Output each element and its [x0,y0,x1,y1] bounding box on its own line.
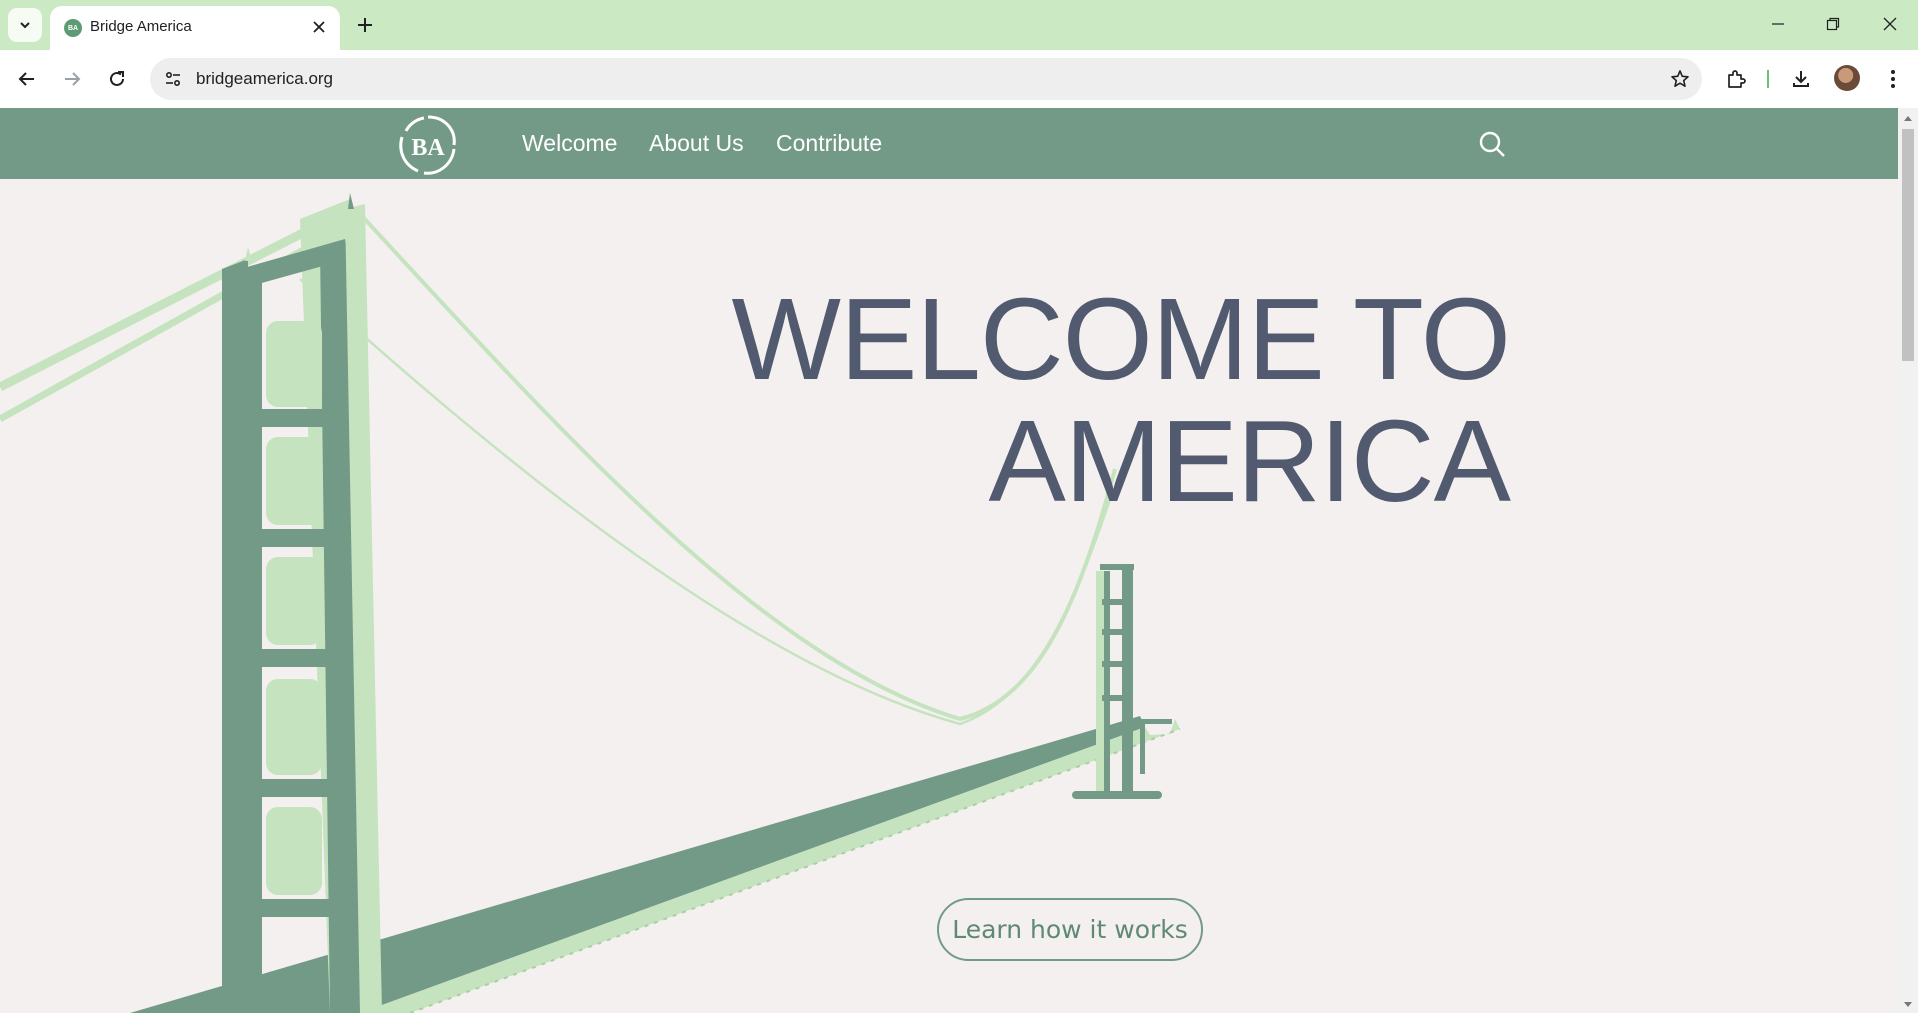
close-window-button[interactable] [1870,8,1910,40]
url-text: bridgeamerica.org [196,69,334,88]
forward-button[interactable] [55,62,89,96]
bridge-america-logo[interactable]: BA [396,113,460,177]
reload-icon [110,71,124,86]
learn-how-it-works-button[interactable]: Learn how it works [937,898,1203,961]
active-tab[interactable]: BA Bridge America [50,6,340,50]
site-navbar: BA Welcome About Us Contribute [0,108,1898,179]
site-info-icon [165,71,181,87]
site-info-button[interactable] [160,66,186,92]
browser-toolbar: bridgeamerica.org [0,50,1918,108]
back-button[interactable] [10,62,44,96]
near-tower [222,193,382,1013]
minimize-icon [1772,23,1784,25]
close-icon [313,21,325,33]
reload-button[interactable] [100,62,134,96]
hero-title: WELCOME TO AMERICA [560,274,1512,526]
search-icon[interactable] [1478,130,1506,158]
page-scrollbar[interactable] [1898,108,1918,1013]
bookmark-button[interactable] [1666,65,1694,93]
toolbar-separator [1767,70,1769,88]
back-icon [18,72,34,86]
minimize-button[interactable] [1758,8,1798,40]
scroll-down-arrow-icon[interactable] [1903,1001,1913,1009]
hero-title-line-2: AMERICA [988,396,1511,526]
forward-icon [65,72,81,86]
tab-close-button[interactable] [308,16,330,38]
restore-button[interactable] [1813,8,1853,40]
chevron-down-icon [20,22,30,29]
plus-icon [358,18,372,32]
tab-strip: BA Bridge America [0,0,1918,50]
scrollbar-thumb[interactable] [1902,129,1914,361]
favicon-icon: BA [64,19,82,37]
kebab-menu-icon [1891,70,1895,88]
hero-title-line-1: WELCOME TO [731,274,1512,404]
logo-text: BA [411,135,445,161]
address-bar[interactable]: bridgeamerica.org [150,58,1702,100]
new-tab-button[interactable] [350,10,380,40]
download-icon [1793,71,1809,87]
nav-link-contribute[interactable]: Contribute [776,130,882,157]
browser-menu-button[interactable] [1876,62,1910,96]
close-icon [1883,17,1897,31]
restore-icon [1826,17,1840,31]
extensions-icon [1728,70,1746,88]
tab-title: Bridge America [90,18,192,35]
nav-link-about-us[interactable]: About Us [649,130,744,157]
tab-search-button[interactable] [8,8,42,42]
extensions-button[interactable] [1719,62,1753,96]
web-page: BA Welcome About Us Contribute WELCOME T… [0,108,1898,1013]
downloads-button[interactable] [1784,62,1818,96]
nav-link-welcome[interactable]: Welcome [522,130,617,157]
profile-avatar[interactable] [1834,65,1860,91]
star-icon [1671,70,1689,87]
scroll-up-arrow-icon[interactable] [1903,114,1913,122]
